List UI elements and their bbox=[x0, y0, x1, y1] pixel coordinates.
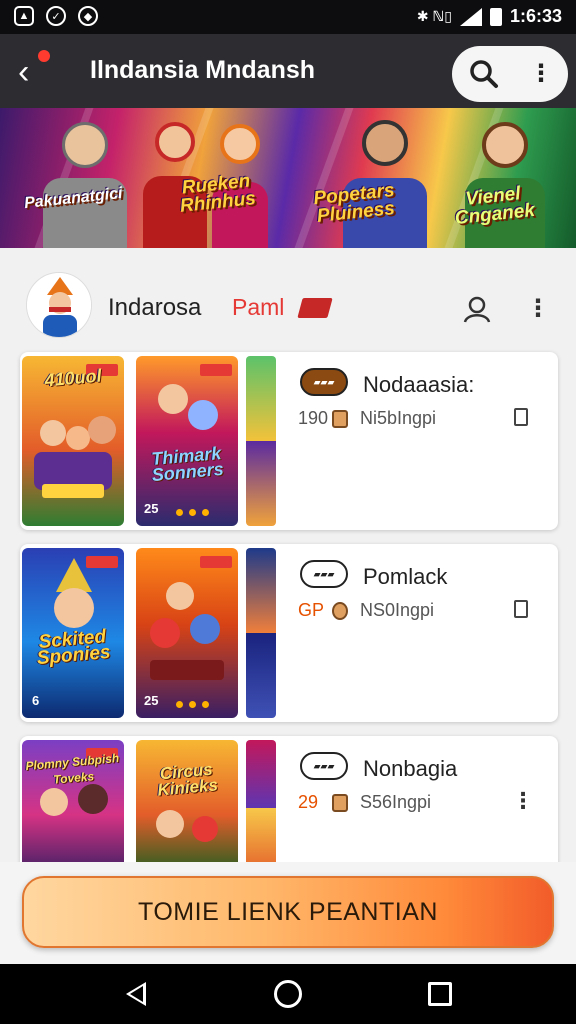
more-vert-icon[interactable]: ⋮ bbox=[528, 59, 554, 89]
game-thumbnail[interactable]: Plomny Subpish Toveks bbox=[22, 740, 124, 876]
thumbnail-badge: 25 bbox=[144, 501, 159, 516]
shield-icon: ◆ bbox=[78, 6, 98, 26]
thumbnail-title: Plomny Subpish Toveks bbox=[24, 750, 120, 787]
channel-tag: Paml bbox=[232, 294, 285, 320]
cta-label: TOMIE LIENK PEANTIAN bbox=[138, 898, 438, 926]
thumbnail-strip[interactable] bbox=[246, 740, 276, 876]
system-nav-bar bbox=[0, 964, 576, 1024]
ticket-icon bbox=[332, 410, 348, 428]
action-pill: ⋮ bbox=[452, 46, 568, 102]
game-thumbnail[interactable]: 410uol bbox=[22, 356, 124, 526]
card-subtitle: S56Ingpi bbox=[360, 792, 432, 812]
card-title: Pomlack bbox=[363, 564, 448, 589]
list-item[interactable]: Sckited Sponies 6 25 ▰▰▰ Pomlack GP NS0I… bbox=[20, 544, 558, 722]
search-icon[interactable] bbox=[466, 56, 502, 92]
app-bar: ‹ Ilndansia Mndansh ⋮ bbox=[0, 34, 576, 108]
back-arrow-icon: ‹ bbox=[18, 53, 30, 91]
game-thumbnail[interactable]: Sckited Sponies 6 bbox=[22, 548, 124, 718]
banner-character bbox=[30, 108, 140, 248]
nav-recents-icon[interactable] bbox=[428, 982, 452, 1006]
signal-icon bbox=[459, 7, 482, 26]
nav-back-icon[interactable] bbox=[126, 982, 146, 1006]
card-count: 29 bbox=[298, 792, 319, 812]
list-item[interactable]: Plomny Subpish Toveks Circus Kinieks ▰▰▰… bbox=[20, 736, 558, 876]
card-subtitle: NS0Ingpi bbox=[360, 600, 435, 620]
game-thumbnail[interactable]: 25 bbox=[136, 548, 238, 718]
hero-banner[interactable]: Pakuanatgici Rueken Rhinhus Popetars Plu… bbox=[0, 108, 576, 248]
card-subtitle: Ni5bIngpi bbox=[360, 408, 437, 428]
messenger-icon: ✓ bbox=[46, 6, 66, 26]
battery-icon bbox=[489, 7, 502, 26]
ticket-icon bbox=[332, 602, 348, 620]
back-button[interactable]: ‹ bbox=[18, 50, 58, 92]
status-right-icons: ✱ ℕ▯ 1:6:33 bbox=[417, 6, 562, 27]
page-title: Ilndansia Mndansh bbox=[90, 56, 316, 84]
channel-logo: ▰▰▰ bbox=[300, 752, 348, 780]
bluetooth-icon: ✱ ℕ▯ bbox=[416, 8, 452, 24]
channel-logo: ▰▰▰ bbox=[300, 368, 348, 396]
thumbnail-title: 410uol bbox=[43, 365, 103, 391]
nav-home-icon[interactable] bbox=[274, 980, 302, 1008]
status-left-icons: ▲ ✓ ◆ bbox=[14, 6, 98, 26]
thumbnail-strip[interactable] bbox=[246, 356, 276, 526]
card-count: GP bbox=[298, 600, 325, 620]
channel-logo: ▰▰▰ bbox=[300, 560, 348, 588]
primary-cta-button[interactable]: TOMIE LIENK PEANTIAN bbox=[22, 876, 554, 948]
game-thumbnail[interactable]: Circus Kinieks bbox=[136, 740, 238, 876]
game-thumbnail[interactable]: Thimark Sonners 25 bbox=[136, 356, 238, 526]
thumbnail-badge: 6 bbox=[32, 693, 40, 708]
channel-header: Indarosa Paml ⋮ bbox=[0, 262, 576, 352]
cta-bar: TOMIE LIENK PEANTIAN bbox=[0, 862, 576, 964]
more-vert-icon[interactable]: ⋮ bbox=[526, 292, 550, 326]
flag-icon bbox=[297, 298, 333, 318]
channel-name: Indarosa bbox=[108, 294, 202, 321]
thumbnail-title: Thimark Sonners bbox=[150, 443, 225, 486]
user-icon[interactable] bbox=[462, 294, 492, 324]
screen: ▲ ✓ ◆ ✱ ℕ▯ 1:6:33 ‹ Ilndansia Mndansh ⋮ bbox=[0, 0, 576, 1024]
thumbnail-strip[interactable] bbox=[246, 548, 276, 718]
notification-dot bbox=[38, 50, 50, 62]
more-vert-icon[interactable]: ⋮ bbox=[512, 786, 534, 816]
avatar[interactable] bbox=[26, 272, 92, 338]
status-time: 1:6:33 bbox=[509, 6, 562, 26]
card-count: 190 bbox=[298, 408, 329, 428]
card-title: Nodaaasia: bbox=[363, 372, 475, 397]
status-bar: ▲ ✓ ◆ ✱ ℕ▯ 1:6:33 bbox=[0, 0, 576, 34]
thumbnail-title: Sckited Sponies bbox=[35, 626, 112, 670]
banner-character bbox=[330, 108, 440, 248]
ticket-icon bbox=[332, 794, 348, 812]
bookmark-icon[interactable] bbox=[514, 600, 528, 618]
gallery-icon: ▲ bbox=[14, 6, 34, 26]
thumbnail-title: Circus Kinieks bbox=[156, 759, 219, 800]
card-title: Nonbagia bbox=[363, 756, 458, 781]
bookmark-icon[interactable] bbox=[514, 408, 528, 426]
thumbnail-badge: 25 bbox=[144, 693, 159, 708]
list-item[interactable]: 410uol Thimark Sonners 25 ▰▰▰ Nodaaasia:… bbox=[20, 352, 558, 530]
